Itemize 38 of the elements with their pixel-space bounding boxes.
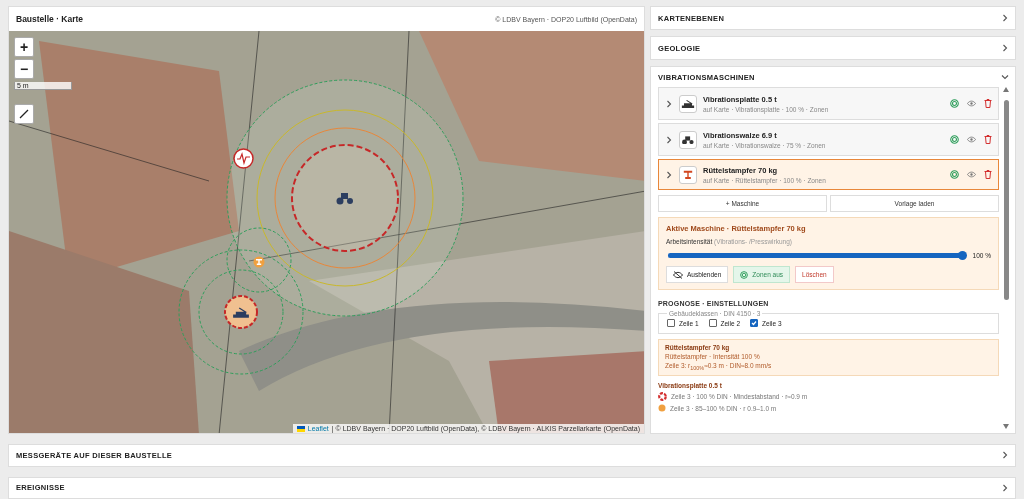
checkbox[interactable]: [708, 319, 717, 327]
roller-marker-icon[interactable]: [334, 191, 356, 205]
chevron-right-icon[interactable]: [1001, 44, 1009, 52]
chevron-right-icon[interactable]: [1001, 14, 1009, 22]
trash-icon[interactable]: [984, 135, 992, 144]
scroll-down-arrow-icon[interactable]: [1003, 424, 1009, 429]
roller-icon: [681, 134, 695, 145]
flag-icon: [296, 425, 305, 432]
target-icon[interactable]: [950, 135, 959, 144]
trash-icon[interactable]: [984, 170, 992, 179]
eye-icon[interactable]: [967, 136, 976, 143]
chevron-right-icon[interactable]: [1001, 451, 1009, 460]
checkbox[interactable]: [750, 319, 759, 327]
plate-marker-icon[interactable]: [232, 306, 250, 319]
zoom-in-button[interactable]: +: [14, 37, 34, 57]
rammer-icon: [681, 169, 695, 180]
checkbox[interactable]: [667, 319, 675, 327]
plate-compactor-icon: [681, 98, 695, 109]
scrollbar[interactable]: [1003, 87, 1009, 429]
chevron-right-icon[interactable]: [665, 99, 673, 108]
draw-line-button[interactable]: [14, 104, 34, 124]
target-icon: [740, 270, 749, 279]
chevron-right-icon[interactable]: [665, 135, 673, 144]
eye-icon[interactable]: [967, 171, 976, 178]
eye-off-icon: [673, 270, 683, 279]
target-icon[interactable]: [950, 99, 959, 108]
seismograph-marker-icon[interactable]: [233, 148, 254, 169]
scroll-up-arrow-icon[interactable]: [1003, 87, 1009, 92]
eye-icon[interactable]: [967, 100, 976, 107]
chevron-down-icon[interactable]: [1001, 73, 1009, 81]
zoom-out-button[interactable]: −: [14, 59, 34, 79]
chevron-right-icon[interactable]: [1001, 483, 1009, 492]
chevron-right-icon[interactable]: [665, 170, 673, 179]
panel-title: Baustelle · Karte: [16, 14, 84, 24]
target-icon[interactable]: [950, 170, 959, 179]
line-icon: [19, 109, 29, 119]
rammer-marker-icon[interactable]: [253, 256, 265, 268]
trash-icon[interactable]: [984, 99, 992, 108]
